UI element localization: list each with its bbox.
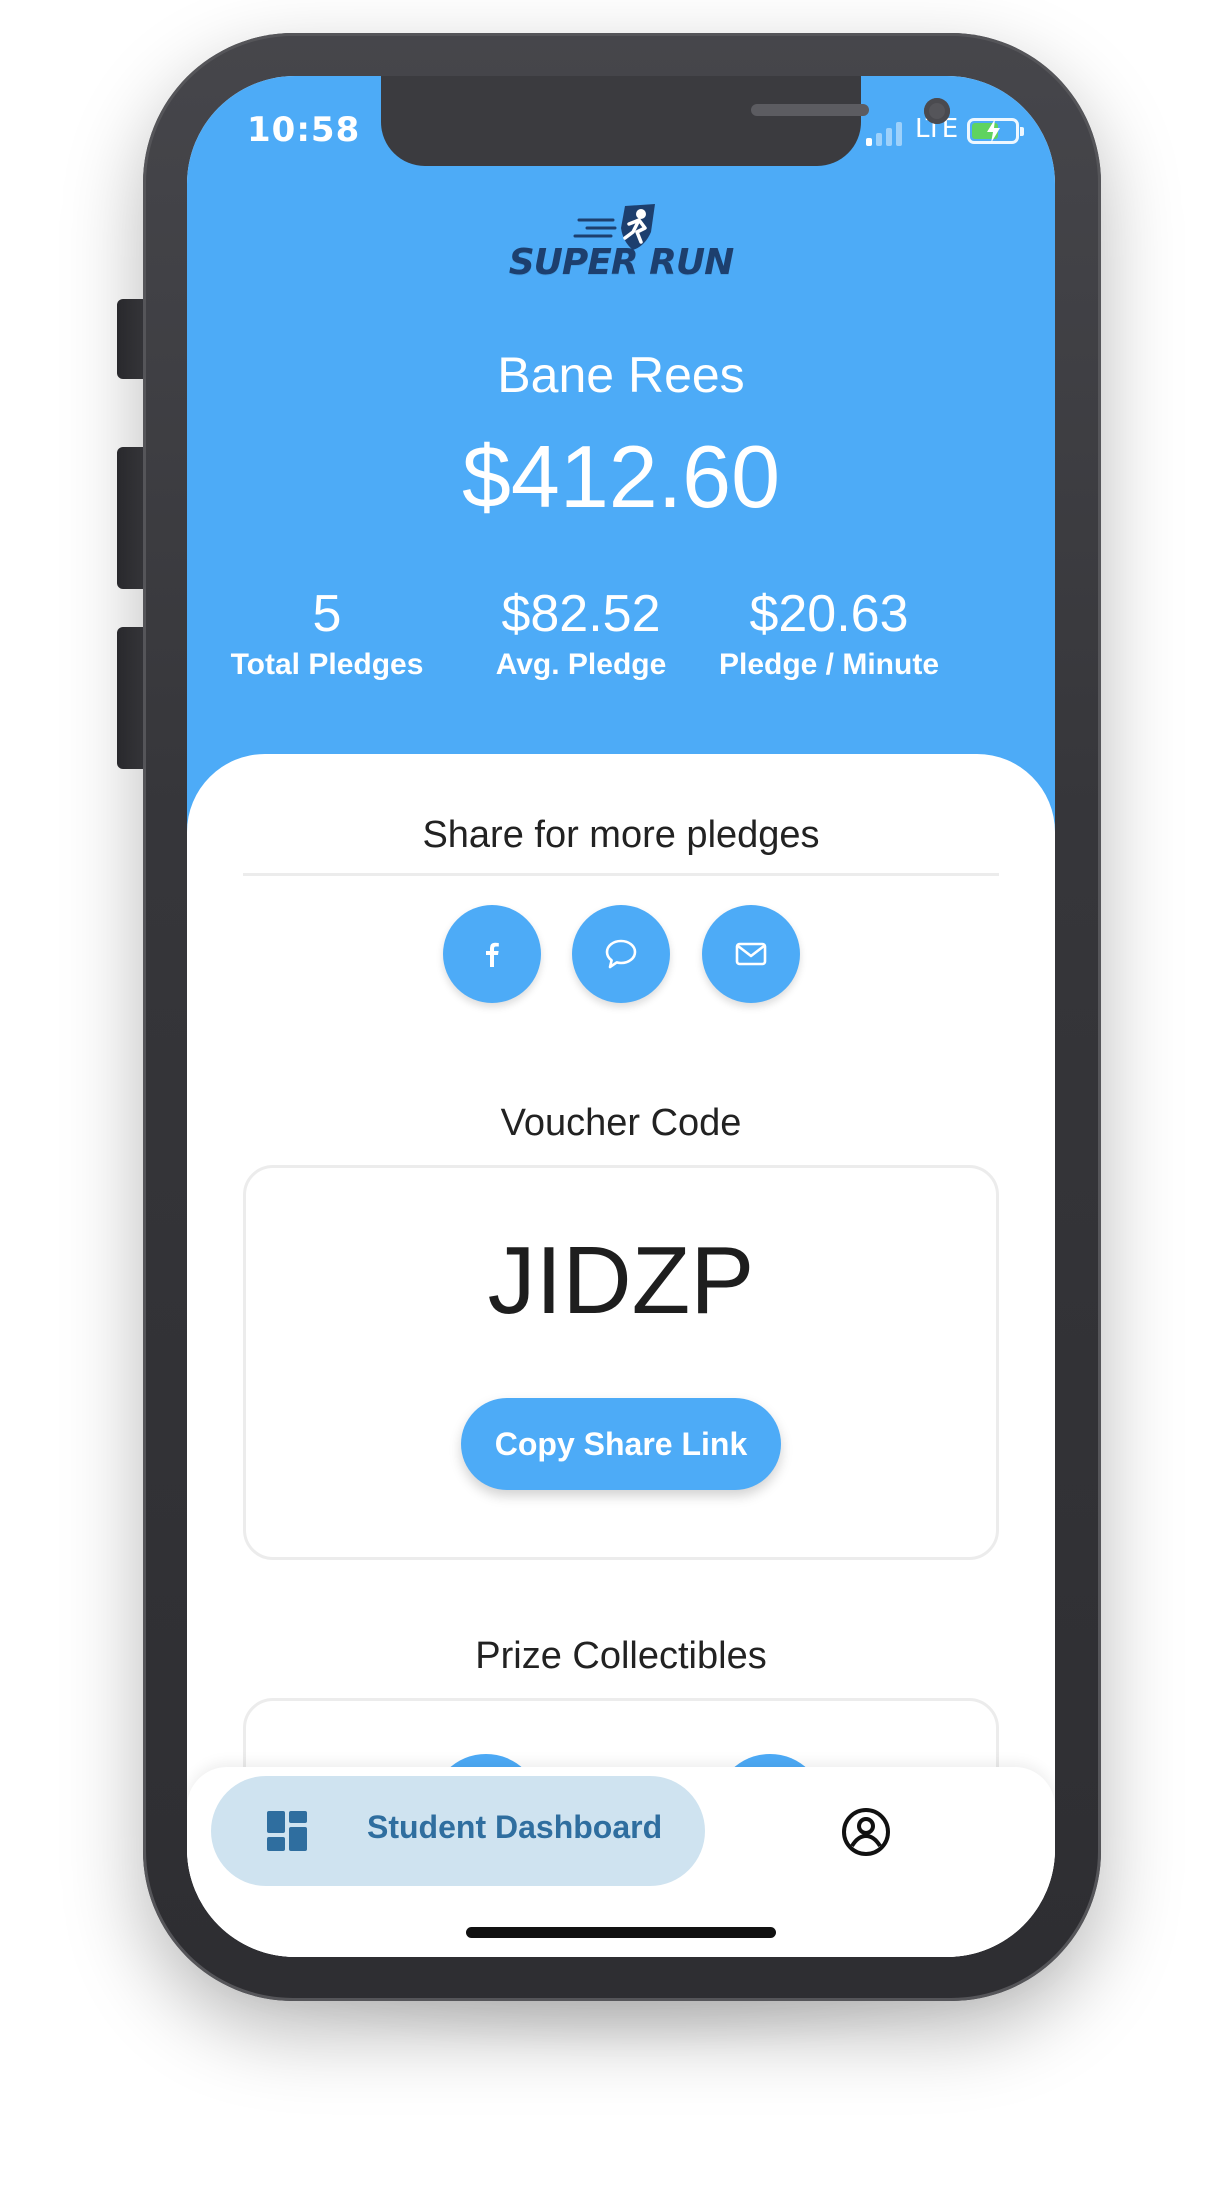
notch (381, 76, 950, 166)
prize-section-title: Prize Collectibles (475, 1635, 767, 1677)
nav-dashboard-label: Student Dashboard (367, 1809, 663, 1845)
signal-icon (866, 122, 908, 146)
stat-pledge-per-minute: $20.63 Pledge / Minute (699, 584, 959, 704)
share-facebook-button[interactable] (443, 905, 541, 1003)
share-message-button[interactable] (572, 905, 670, 1003)
copy-share-link-button[interactable]: Copy Share Link (461, 1398, 781, 1490)
stat-total-pledges: 5 Total Pledges (197, 584, 457, 704)
voucher-card (243, 1165, 999, 1560)
mail-icon (735, 942, 767, 966)
facebook-icon (486, 942, 499, 967)
voucher-section-title: Voucher Code (500, 1102, 742, 1144)
section-divider (243, 873, 999, 876)
user-circle-icon[interactable] (839, 1805, 893, 1859)
stat-value: $82.52 (501, 585, 661, 643)
status-time: 10:58 (247, 110, 361, 150)
message-icon (605, 939, 637, 969)
dashboard-grid-icon (267, 1811, 307, 1851)
earpiece-speaker (751, 104, 869, 116)
brand-logo-text: SUPER RUN (508, 242, 734, 283)
stat-value: 5 (312, 585, 342, 643)
total-raised-amount: $412.60 (461, 427, 781, 526)
stat-avg-pledge: $82.52 Avg. Pledge (451, 584, 711, 704)
phone-screen: 10:58 LTE SUPER RUN Bane Rees $412.60 5 (187, 76, 1055, 1957)
front-camera (924, 98, 950, 124)
stat-label: Total Pledges (230, 648, 424, 681)
battery-icon (967, 118, 1024, 144)
voucher-code: JIDZP (487, 1227, 755, 1334)
share-email-button[interactable] (702, 905, 800, 1003)
stat-label: Avg. Pledge (495, 648, 667, 681)
home-indicator (466, 1927, 776, 1938)
stat-value: $20.63 (749, 585, 909, 643)
mockup-stage: 10:58 LTE SUPER RUN Bane Rees $412.60 5 (0, 0, 1218, 2202)
student-name: Bane Rees (497, 347, 745, 403)
share-section-title: Share for more pledges (422, 814, 820, 856)
stat-label: Pledge / Minute (718, 648, 940, 681)
